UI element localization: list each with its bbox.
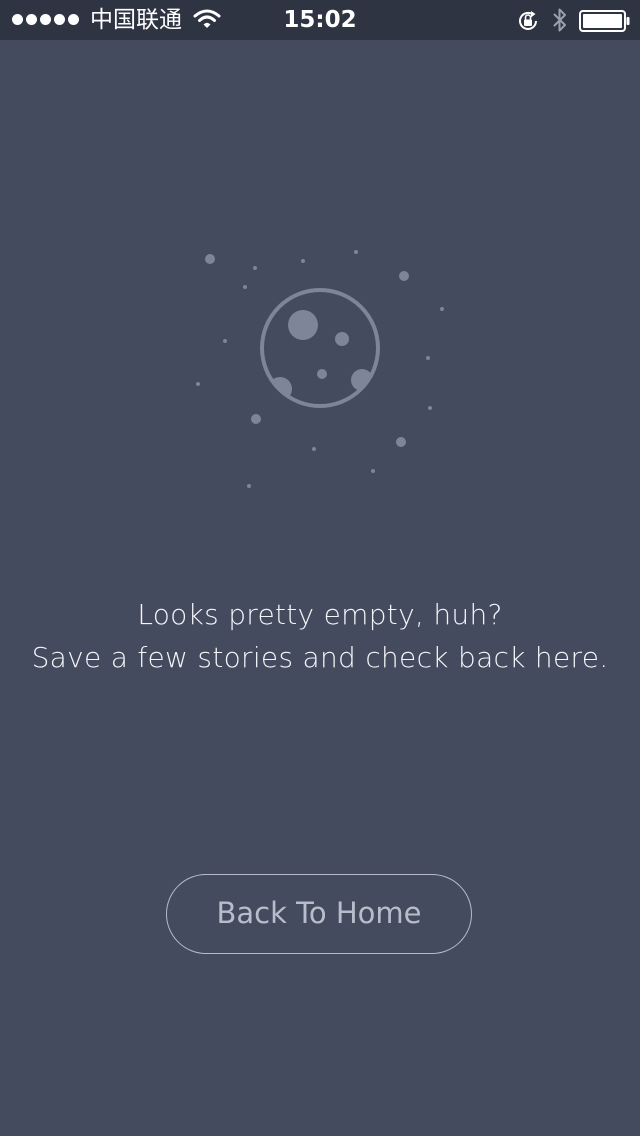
star <box>428 406 432 410</box>
star <box>396 437 406 447</box>
star <box>253 266 257 270</box>
star <box>251 414 261 424</box>
star <box>196 382 200 386</box>
star <box>205 254 215 264</box>
star <box>440 307 444 311</box>
empty-message-title: Looks pretty empty, huh? <box>137 598 503 631</box>
empty-illustration <box>196 250 444 488</box>
star <box>426 356 430 360</box>
star <box>354 250 358 254</box>
star <box>399 271 409 281</box>
stars <box>196 250 444 488</box>
star <box>247 484 251 488</box>
star <box>243 285 247 289</box>
moon-icon <box>260 288 380 408</box>
star <box>223 339 227 343</box>
star <box>371 469 375 473</box>
empty-message-subtitle: Save a few stories and check back here. <box>31 641 609 674</box>
empty-message: Looks pretty empty, huh? Save a few stor… <box>0 593 640 679</box>
star <box>301 259 305 263</box>
back-to-home-button[interactable]: Back To Home <box>166 874 472 954</box>
star <box>312 447 316 451</box>
